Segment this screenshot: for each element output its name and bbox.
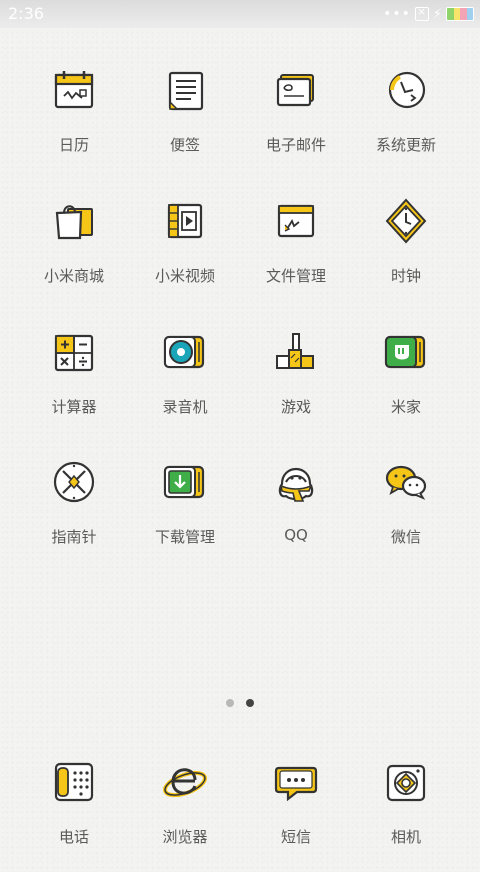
app-download-manager[interactable]: 下载管理 [130, 452, 240, 572]
page-dot-1[interactable] [226, 699, 234, 707]
browser-icon [163, 768, 207, 798]
app-mi-video[interactable]: 小米视频 [130, 191, 240, 311]
compass-icon [53, 461, 95, 503]
charging-icon: ⚡ [432, 6, 442, 22]
app-label: 电话 [58, 828, 89, 846]
shopping-bag-icon [55, 205, 93, 240]
app-mijia[interactable]: 米家 [351, 322, 461, 442]
app-qq[interactable]: QQ [241, 452, 351, 572]
phone-icon [54, 762, 94, 802]
page-indicator[interactable] [226, 699, 254, 707]
app-wechat[interactable]: 微信 [351, 452, 461, 572]
calculator-icon [54, 334, 94, 372]
game-icon [276, 333, 314, 369]
app-email[interactable]: 电子邮件 [241, 60, 351, 180]
app-label: 系统更新 [375, 136, 436, 154]
app-label: 下载管理 [154, 528, 215, 546]
app-label: 日历 [58, 136, 89, 154]
more-notifications-icon: ••• [383, 6, 411, 22]
message-icon [274, 766, 318, 802]
app-mi-store[interactable]: 小米商城 [19, 191, 129, 311]
folder-icon [277, 204, 315, 238]
app-label: 相机 [390, 828, 421, 846]
mijia-icon [384, 335, 426, 369]
app-label: 录音机 [162, 398, 208, 416]
app-recorder[interactable]: 录音机 [130, 322, 240, 442]
email-icon [276, 74, 314, 107]
system-update-icon [388, 71, 426, 109]
app-game[interactable]: 游戏 [241, 322, 351, 442]
app-label: 小米商城 [43, 267, 104, 285]
app-calculator[interactable]: 计算器 [19, 322, 129, 442]
notes-icon [168, 71, 204, 111]
app-label: QQ [284, 526, 308, 544]
app-clock[interactable]: 时钟 [351, 191, 461, 311]
qq-penguin-icon [278, 468, 314, 502]
app-label: 浏览器 [162, 828, 208, 846]
app-label: 游戏 [280, 398, 311, 416]
app-label: 文件管理 [265, 267, 326, 285]
clock-icon [385, 198, 427, 244]
dock-camera[interactable]: 相机 [351, 752, 461, 872]
app-calendar[interactable]: 日历 [19, 60, 129, 180]
camera-icon [386, 764, 426, 802]
app-label: 米家 [390, 398, 421, 416]
dock-messages[interactable]: 短信 [241, 752, 351, 872]
calendar-icon [54, 71, 94, 109]
status-time: 2:36 [8, 4, 44, 23]
app-label: 小米视频 [154, 267, 215, 285]
video-icon [167, 203, 203, 239]
app-compass[interactable]: 指南针 [19, 452, 129, 572]
no-sim-icon [414, 5, 429, 21]
wechat-icon [385, 465, 427, 500]
page-dot-2-active[interactable] [246, 699, 254, 707]
app-label: 便签 [169, 136, 200, 154]
download-icon [163, 465, 205, 499]
app-label: 指南针 [51, 528, 97, 546]
app-label: 微信 [390, 528, 421, 546]
app-system-update[interactable]: 系统更新 [351, 60, 461, 180]
dock-phone[interactable]: 电话 [19, 752, 129, 872]
app-label: 电子邮件 [265, 136, 326, 154]
app-label: 计算器 [51, 398, 97, 416]
battery-icon [446, 7, 474, 21]
app-notes[interactable]: 便签 [130, 60, 240, 180]
app-label: 时钟 [390, 267, 421, 285]
app-label: 短信 [280, 828, 311, 846]
status-bar: 2:36 ••• ⚡ [0, 0, 480, 28]
dock-browser[interactable]: 浏览器 [130, 752, 240, 872]
status-icons: ••• ⚡ [383, 5, 474, 22]
app-file-manager[interactable]: 文件管理 [241, 191, 351, 311]
recorder-icon [163, 335, 205, 369]
